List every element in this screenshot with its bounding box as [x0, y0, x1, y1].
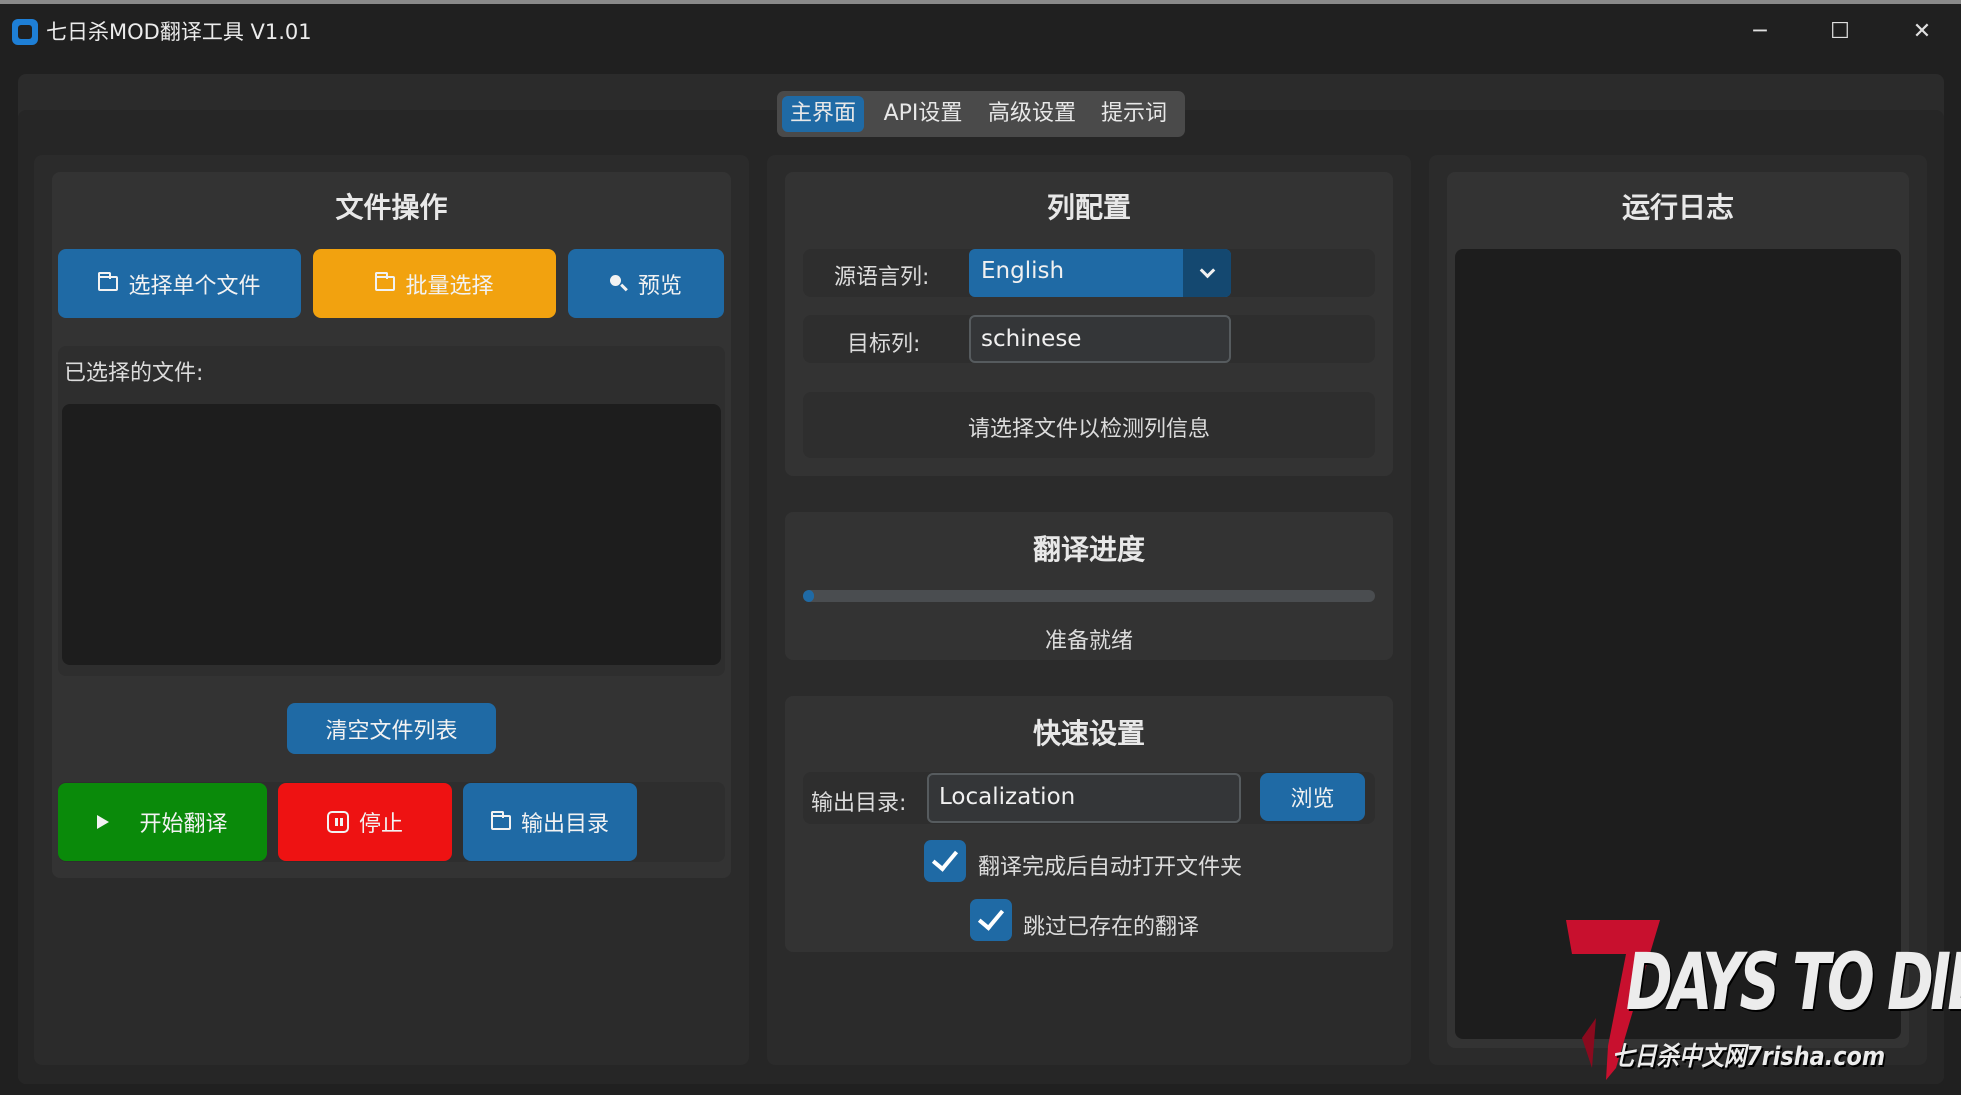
auto-open-checkbox[interactable] [924, 840, 966, 882]
close-button[interactable]: ✕ [1892, 12, 1952, 52]
batch-select-button[interactable]: 批量选择 [313, 249, 556, 318]
tab-api-settings[interactable]: API设置 [873, 96, 973, 132]
chevron-down-icon[interactable] [1183, 249, 1231, 297]
batch-select-label: 批量选择 [405, 273, 494, 299]
progress-title: 翻译进度 [1032, 533, 1145, 566]
selected-files-list[interactable] [62, 404, 721, 665]
clear-file-list-label: 清空文件列表 [325, 718, 458, 744]
target-column-input[interactable]: schinese [969, 315, 1231, 363]
stop-label: 停止 [358, 812, 403, 837]
select-single-file-label: 选择单个文件 [128, 273, 261, 299]
progress-status: 准备就绪 [1044, 629, 1133, 654]
file-ops-title: 文件操作 [335, 191, 448, 224]
folder-icon [98, 272, 119, 291]
clear-file-list-button[interactable]: 清空文件列表 [287, 703, 496, 754]
source-column-value: English [981, 258, 1065, 284]
folder-icon [490, 810, 511, 830]
start-translation-label: 开始翻译 [139, 812, 228, 837]
auto-open-label: 翻译完成后自动打开文件夹 [978, 855, 1243, 880]
skip-existing-label: 跳过已存在的翻译 [1023, 915, 1200, 940]
title-bar: 七日杀MOD翻译工具 V1.01 ─ ☐ ✕ [0, 0, 1961, 58]
window-title: 七日杀MOD翻译工具 V1.01 [46, 20, 312, 44]
preview-label: 预览 [637, 273, 682, 299]
target-column-label: 目标列: [847, 332, 921, 357]
start-translation-button[interactable]: 开始翻译 [58, 783, 267, 861]
source-column-select[interactable]: English [969, 249, 1231, 297]
quick-settings-title: 快速设置 [1032, 717, 1145, 750]
logo-days-text: DAYS TO DIE [1626, 938, 1961, 1028]
output-dir-input[interactable]: Localization [927, 773, 1241, 823]
logo-sub-text: 七日杀中文网7risha.com [1612, 1042, 1886, 1072]
search-icon [609, 274, 628, 293]
minimize-button[interactable]: ─ [1730, 12, 1790, 52]
source-column-label: 源语言列: [834, 265, 930, 290]
tab-advanced-settings[interactable]: 高级设置 [983, 96, 1081, 132]
preview-button[interactable]: 预览 [568, 249, 724, 318]
output-dir-label: 输出目录: [811, 791, 907, 816]
game-logo-watermark: DAYS TO DIE 七日杀中文网7risha.com [1562, 918, 1961, 1080]
maximize-button[interactable]: ☐ [1810, 12, 1870, 52]
column-info-text: 请选择文件以检测列信息 [967, 417, 1210, 442]
folder-open-icon [375, 272, 396, 291]
stop-button[interactable]: 停止 [278, 783, 452, 861]
app-icon [12, 19, 38, 45]
selected-files-label: 已选择的文件: [64, 361, 204, 386]
column-config-title: 列配置 [1046, 191, 1131, 224]
tab-bar: 主界面 API设置 高级设置 提示词 [777, 91, 1185, 137]
log-title: 运行日志 [1621, 191, 1734, 224]
progress-bar [803, 590, 1375, 602]
progress-fill [803, 590, 815, 602]
play-icon [97, 815, 110, 829]
skip-existing-checkbox[interactable] [970, 899, 1012, 941]
pause-icon [326, 811, 349, 833]
output-directory-label: 输出目录 [520, 812, 609, 837]
tab-main[interactable]: 主界面 [782, 96, 864, 132]
select-single-file-button[interactable]: 选择单个文件 [58, 249, 301, 318]
output-directory-button[interactable]: 输出目录 [463, 783, 637, 861]
browse-label: 浏览 [1290, 787, 1335, 812]
tab-prompts[interactable]: 提示词 [1091, 96, 1177, 132]
browse-button[interactable]: 浏览 [1260, 773, 1365, 821]
